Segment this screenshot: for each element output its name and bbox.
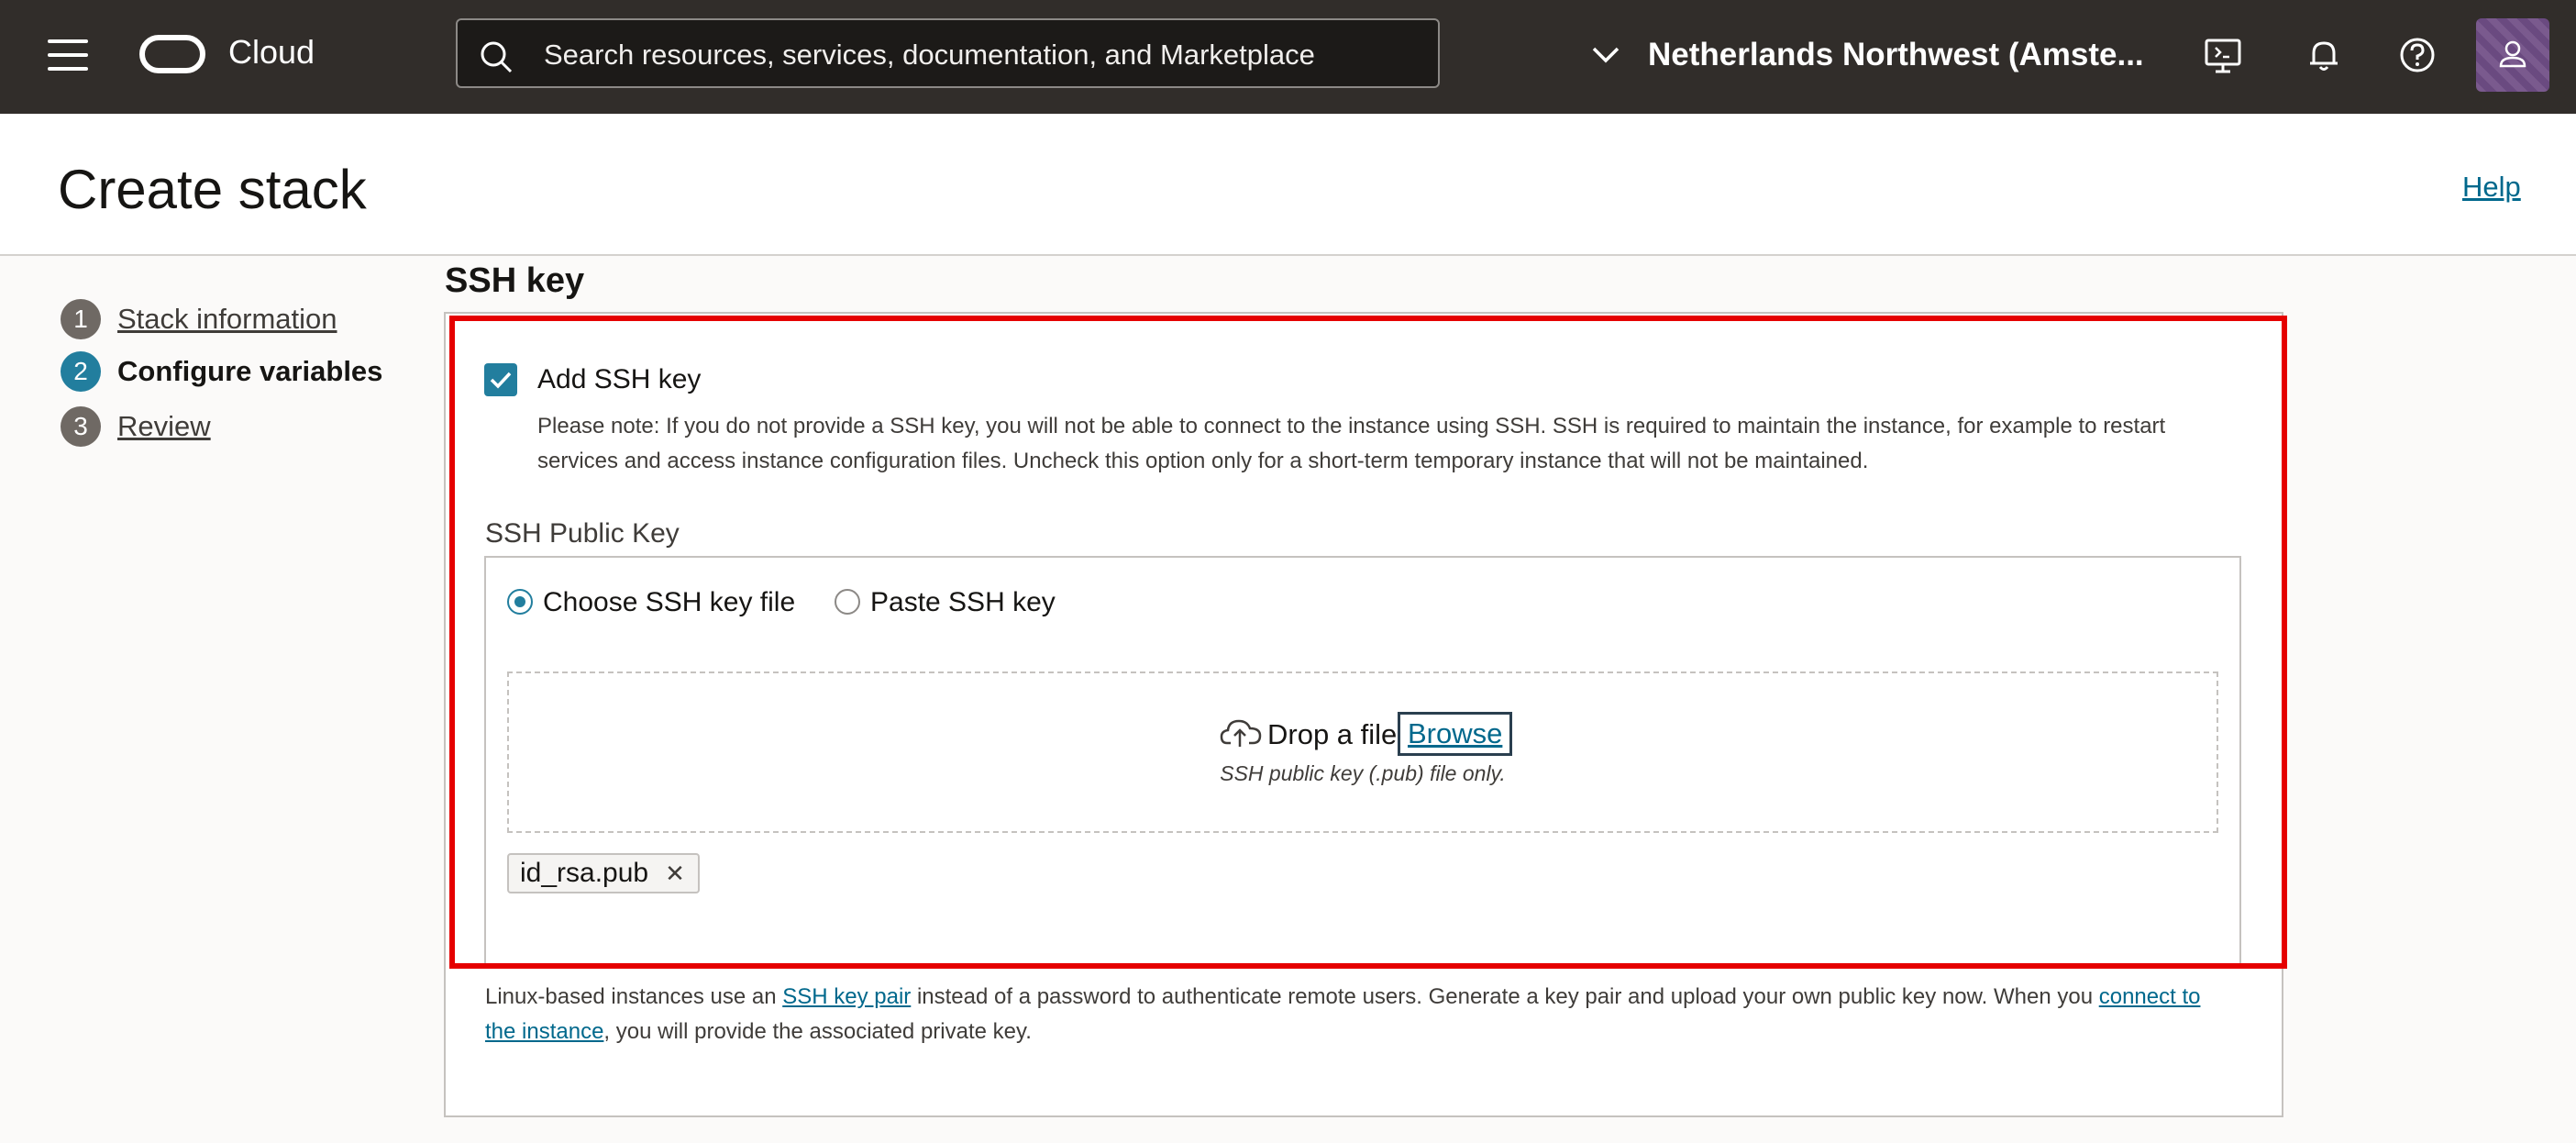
drop-file-text: Drop a file (1267, 718, 1398, 750)
chevron-down-icon (1592, 47, 1620, 63)
user-icon (2499, 40, 2526, 68)
top-navigation-bar: Cloud Netherlands Northwest (Amste... (0, 0, 2576, 114)
region-name: Netherlands Northwest (Amste... (1648, 37, 2144, 72)
step-review[interactable]: 3 Review (61, 405, 211, 448)
step-number: 1 (61, 299, 101, 339)
step-label: Configure variables (117, 355, 383, 387)
drop-hint: SSH public key (.pub) file only. (1220, 761, 1506, 785)
help-icon[interactable] (2397, 35, 2438, 75)
step-label[interactable]: Stack information (117, 303, 337, 336)
help-link[interactable]: Help (2462, 171, 2521, 204)
step-number: 2 (61, 351, 101, 392)
oracle-logo[interactable] (139, 35, 205, 73)
step-number: 3 (61, 406, 101, 447)
ssh-key-pair-link[interactable]: SSH key pair (782, 984, 911, 1009)
paste-ssh-key-radio[interactable] (835, 589, 860, 615)
check-icon (490, 372, 512, 389)
page-header: Create stack Help (0, 114, 2576, 256)
add-ssh-key-checkbox[interactable] (484, 363, 517, 396)
user-avatar[interactable] (2476, 18, 2549, 92)
browse-button[interactable]: Browse (1398, 712, 1513, 756)
cloud-shell-icon[interactable] (2203, 35, 2243, 75)
selected-file-chip: id_rsa.pub ✕ (507, 853, 700, 893)
menu-icon[interactable] (48, 39, 88, 74)
ssh-key-note: Please note: If you do not provide a SSH… (537, 414, 2166, 473)
ssh-public-key-label: SSH Public Key (485, 518, 680, 549)
step-stack-information[interactable]: 1 Stack information (61, 298, 337, 340)
region-selector[interactable]: Netherlands Northwest (Amste... (1591, 28, 2144, 83)
add-ssh-key-label[interactable]: Add SSH key (537, 364, 701, 395)
search-input[interactable] (542, 31, 1408, 79)
brand-name[interactable]: Cloud (228, 33, 315, 72)
help-text-part: Linux-based instances use an (485, 984, 783, 1009)
bell-icon[interactable] (2304, 35, 2344, 75)
section-title: SSH key (445, 261, 585, 300)
page-title: Create stack (58, 159, 367, 220)
search-icon (481, 41, 513, 73)
choose-ssh-key-file-label[interactable]: Choose SSH key file (543, 587, 795, 618)
help-text-part: , you will provide the associated privat… (603, 1019, 1032, 1044)
help-text-part: instead of a password to authenticate re… (911, 984, 2099, 1009)
step-label[interactable]: Review (117, 410, 211, 443)
paste-ssh-key-label[interactable]: Paste SSH key (870, 587, 1056, 618)
cloud-upload-icon (1220, 719, 1262, 747)
choose-ssh-key-file-radio[interactable] (507, 589, 533, 615)
file-name: id_rsa.pub (520, 858, 649, 888)
close-icon[interactable]: ✕ (665, 860, 685, 888)
file-drop-zone[interactable] (507, 671, 2218, 833)
step-configure-variables[interactable]: 2 Configure variables (61, 350, 382, 393)
ssh-help-text: Linux-based instances use an SSH key pai… (485, 980, 2209, 1049)
search-bar[interactable] (456, 18, 1440, 88)
